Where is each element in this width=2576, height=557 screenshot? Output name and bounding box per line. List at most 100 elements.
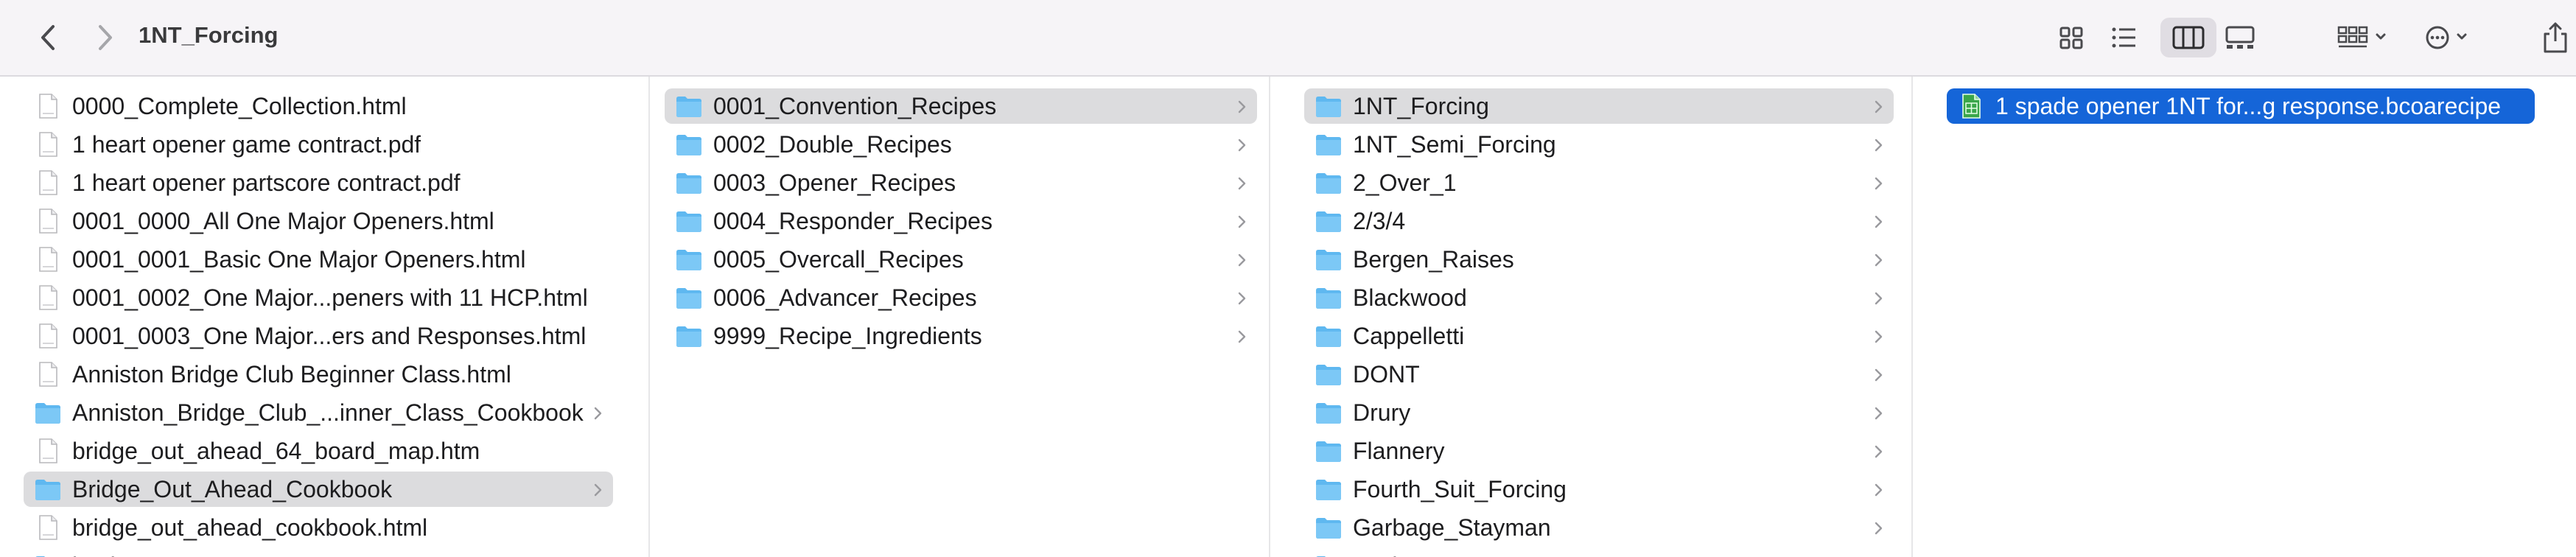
chevron-left-icon	[41, 25, 55, 50]
folder-item[interactable]: 2_Over_1	[1304, 165, 1894, 200]
folder-item[interactable]: 1NT_Semi_Forcing	[1304, 127, 1894, 162]
folder-icon	[1316, 518, 1341, 539]
item-icon	[675, 169, 703, 197]
folder-item[interactable]: Drury	[1304, 395, 1894, 430]
item-icon	[34, 92, 62, 120]
window-title: 1NT_Forcing	[139, 22, 279, 48]
item-icon	[1315, 169, 1343, 197]
folder-item[interactable]: 9999_Recipe_Ingredients	[665, 318, 1257, 354]
file-item[interactable]: 0000_Complete_Collection.html	[24, 88, 613, 124]
share-button[interactable]	[2539, 18, 2572, 57]
item-label: 0003_Opener_Recipes	[713, 169, 956, 196]
chevron-right-icon	[1875, 330, 1883, 343]
folder-item[interactable]: Blackwood	[1304, 280, 1894, 315]
chevron-right-icon	[1875, 253, 1883, 267]
item-icon	[34, 207, 62, 235]
folder-item[interactable]: Anniston_Bridge_Club_...inner_Class_Cook…	[24, 395, 613, 430]
item-label: 9999_Recipe_Ingredients	[713, 322, 982, 349]
column-view-button[interactable]	[2160, 18, 2216, 57]
chevron-right-icon	[1875, 483, 1883, 497]
disclosure-chevron	[1235, 287, 1250, 308]
folder-icon	[1316, 135, 1341, 155]
file-item[interactable]: 1 spade opener 1NT for...g response.bcoa…	[1947, 88, 2535, 124]
back-button[interactable]	[31, 19, 68, 56]
disclosure-chevron	[1872, 211, 1886, 231]
item-label: 0005_Overcall_Recipes	[713, 245, 964, 273]
group-button[interactable]	[2333, 18, 2392, 57]
folder-item[interactable]: 0004_Responder_Recipes	[665, 203, 1257, 239]
folder-icon	[1316, 326, 1341, 347]
document-icon	[39, 170, 57, 195]
item-label: Cappelletti	[1353, 322, 1465, 349]
list-view-button[interactable]	[2101, 18, 2147, 57]
folder-item[interactable]: 1NT_Forcing	[1304, 88, 1894, 124]
folder-item[interactable]: 2/3/4	[1304, 203, 1894, 239]
folder-icon	[1316, 97, 1341, 117]
folder-icon	[1316, 441, 1341, 462]
chevron-right-icon	[1238, 292, 1246, 305]
item-icon	[675, 245, 703, 273]
column-3: 1NT_Forcing 1NT_Semi_Forcing 2_Over_1 2/…	[1270, 77, 1910, 557]
gallery-view-button[interactable]	[2215, 18, 2265, 57]
item-label: 1NT_Semi_Forcing	[1353, 130, 1556, 158]
disclosure-chevron	[1872, 134, 1886, 155]
item-label: 2/3/4	[1353, 207, 1406, 234]
item-icon	[1957, 92, 1985, 120]
file-item[interactable]: bridge_out_ahead_64_board_map.htm	[24, 433, 613, 469]
item-label: 1 spade opener 1NT for...g response.bcoa…	[1995, 92, 2502, 119]
folder-item[interactable]: Fourth_Suit_Forcing	[1304, 472, 1894, 507]
folder-item[interactable]: 0005_Overcall_Recipes	[665, 242, 1257, 277]
folder-item[interactable]: bucket	[24, 548, 613, 557]
item-label: Blackwood	[1353, 284, 1467, 311]
item-label: 0000_Complete_Collection.html	[72, 92, 407, 119]
file-item[interactable]: 0001_0002_One Major...peners with 11 HCP…	[24, 280, 613, 315]
item-icon	[1315, 552, 1343, 557]
folder-item[interactable]: Bridge_Out_Ahead_Cookbook	[24, 472, 613, 507]
recipe-file-icon	[1962, 94, 1981, 119]
item-icon	[675, 284, 703, 312]
item-icon	[1315, 130, 1343, 158]
file-item[interactable]: Anniston Bridge Club Beginner Class.html	[24, 357, 613, 392]
folder-icon	[35, 556, 45, 557]
folder-item[interactable]: 0001_Convention_Recipes	[665, 88, 1257, 124]
folder-item[interactable]: 0006_Advancer_Recipes	[665, 280, 1257, 315]
item-icon	[1315, 207, 1343, 235]
file-item[interactable]: 0001_0001_Basic One Major Openers.html	[24, 242, 613, 277]
item-label: 0002_Double_Recipes	[713, 130, 952, 158]
folder-item[interactable]: Cappelletti	[1304, 318, 1894, 354]
item-icon	[675, 322, 703, 350]
disclosure-chevron	[1872, 479, 1886, 500]
folder-item[interactable]: Gerber	[1304, 548, 1894, 557]
file-item[interactable]: 0001_0003_One Major...ers and Responses.…	[24, 318, 613, 354]
item-label: Bridge_Out_Ahead_Cookbook	[72, 475, 393, 502]
folder-item[interactable]: Flannery	[1304, 433, 1894, 469]
more-button[interactable]	[2420, 18, 2479, 57]
file-item[interactable]: 0001_0000_All One Major Openers.html	[24, 203, 613, 239]
folder-icon	[1316, 403, 1341, 424]
forward-button[interactable]	[85, 19, 122, 56]
item-label: Anniston_Bridge_Club_...inner_Class_Cook…	[72, 399, 584, 426]
file-item[interactable]: bridge_out_ahead_cookbook.html	[24, 510, 613, 545]
item-icon	[1315, 399, 1343, 427]
item-icon	[34, 399, 62, 427]
gallery-view-icon	[2225, 26, 2255, 49]
file-item[interactable]: 1 heart opener partscore contract.pdf	[24, 165, 613, 200]
file-item[interactable]: 1 heart opener game contract.pdf	[24, 127, 613, 162]
item-icon	[1315, 92, 1343, 120]
chevron-right-icon	[1238, 139, 1246, 152]
folder-item[interactable]: DONT	[1304, 357, 1894, 392]
icon-view-button[interactable]	[2048, 18, 2094, 57]
folder-item[interactable]: Garbage_Stayman	[1304, 510, 1894, 545]
chevron-right-icon	[1875, 407, 1883, 420]
item-icon	[675, 92, 703, 120]
folder-item[interactable]: 0003_Opener_Recipes	[665, 165, 1257, 200]
folder-icon	[1316, 173, 1341, 194]
chevron-right-icon	[1238, 215, 1246, 228]
chevron-right-icon	[1875, 215, 1883, 228]
disclosure-chevron	[1872, 172, 1886, 193]
folder-item[interactable]: 0002_Double_Recipes	[665, 127, 1257, 162]
folder-item[interactable]: Bergen_Raises	[1304, 242, 1894, 277]
chevron-right-icon	[1875, 368, 1883, 382]
item-icon	[34, 245, 62, 273]
disclosure-chevron	[1872, 402, 1886, 423]
